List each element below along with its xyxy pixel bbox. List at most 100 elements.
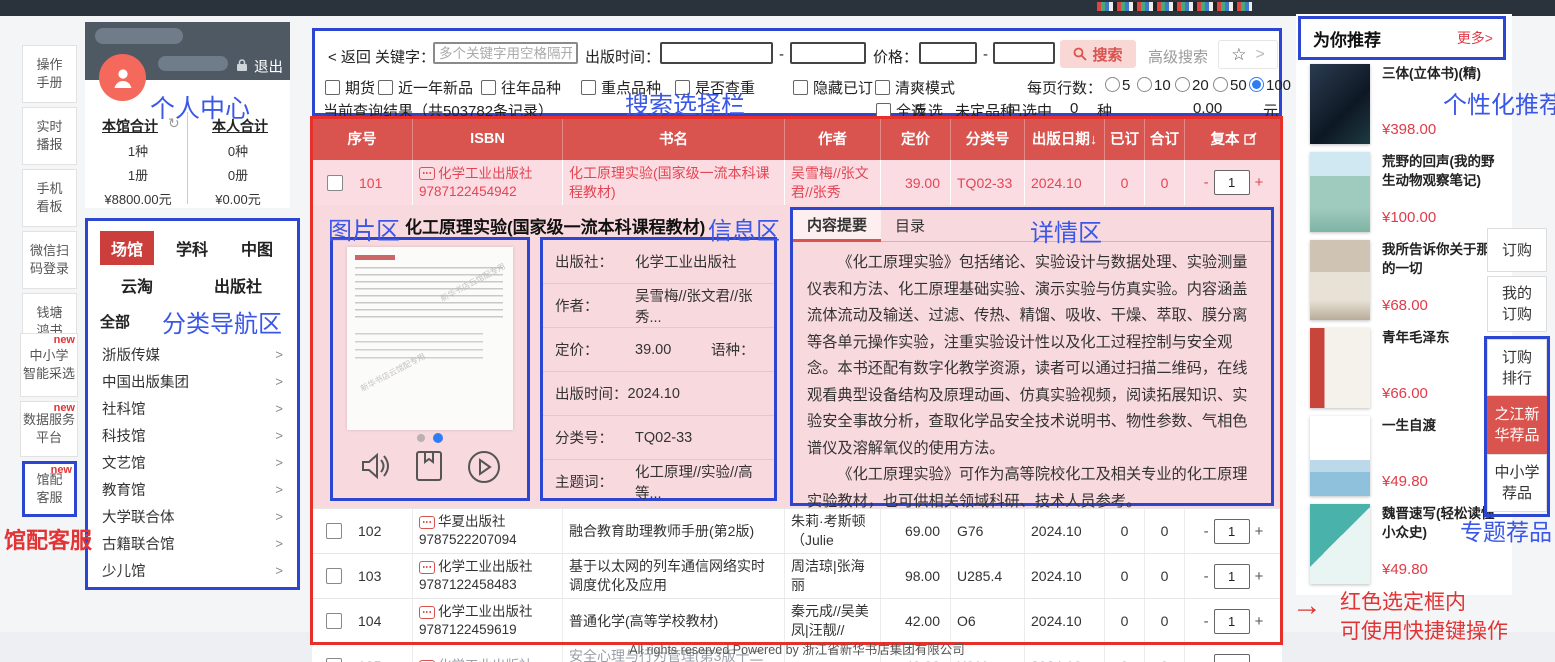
book-preview-image[interactable]: 新华书店云馆配专用 新华书店云馆配专用: [347, 247, 513, 430]
tab-summary[interactable]: 内容提要: [793, 210, 881, 242]
sidebar-item-manual[interactable]: 操作 手册: [22, 45, 77, 103]
book-cover[interactable]: [1310, 152, 1370, 232]
category-item-zheban[interactable]: 浙版传媒>: [88, 341, 295, 368]
category-item-guji[interactable]: 古籍联合馆>: [88, 530, 295, 557]
book-title[interactable]: 化工原理实验(国家级一流本科课程教材): [569, 164, 778, 202]
keyword-input[interactable]: [433, 42, 578, 64]
row-checkbox[interactable]: [326, 613, 342, 629]
tab-zhijiang-picks[interactable]: 之江新 华荐品: [1487, 396, 1547, 454]
plus-button[interactable]: +: [1255, 174, 1264, 191]
col-joint[interactable]: 合订: [1144, 117, 1184, 160]
table-row[interactable]: 101 化学工业出版社9787122454942 化工原理实验(国家级一流本科课…: [312, 160, 1282, 205]
page-size-50[interactable]: 50: [1213, 77, 1247, 94]
tab-chubanshe[interactable]: 出版社: [214, 273, 262, 297]
back-link[interactable]: < 返回: [328, 46, 371, 67]
category-item-shaoer[interactable]: 少儿馆>: [88, 557, 295, 584]
copies-input[interactable]: [1214, 519, 1250, 544]
book-cover[interactable]: [1310, 328, 1370, 408]
avatar[interactable]: [99, 54, 146, 101]
copies-input[interactable]: [1214, 609, 1250, 634]
category-item-wenyi[interactable]: 文艺馆>: [88, 449, 295, 476]
chevron-right-icon[interactable]: >: [1255, 46, 1264, 64]
radio[interactable]: [1105, 77, 1120, 92]
checkbox[interactable]: [325, 80, 340, 95]
tab-order[interactable]: 订购: [1487, 228, 1547, 272]
minus-button[interactable]: -: [1204, 174, 1209, 191]
recommend-book[interactable]: 青年毛泽东 ¥66.00: [1296, 324, 1512, 412]
category-item-jiaoyu[interactable]: 教育馆>: [88, 476, 295, 503]
page-size-100[interactable]: 100: [1249, 77, 1291, 94]
filter-new-year[interactable]: 近一年新品: [378, 77, 473, 98]
carousel-dot[interactable]: [417, 434, 425, 442]
comment-bubble-icon[interactable]: [419, 516, 435, 529]
plus-button[interactable]: +: [1255, 523, 1264, 540]
logout-button[interactable]: 退出: [254, 56, 283, 77]
search-button[interactable]: 搜索: [1060, 40, 1136, 68]
row-checkbox[interactable]: [327, 175, 343, 191]
book-cover[interactable]: [1310, 416, 1370, 496]
checkbox[interactable]: [481, 80, 496, 95]
book-cover[interactable]: [1310, 504, 1370, 584]
filter-futures[interactable]: 期货: [325, 77, 375, 98]
price-to-input[interactable]: [993, 42, 1055, 64]
minus-button[interactable]: -: [1204, 658, 1209, 662]
sidebar-item-wechat-login[interactable]: 微信扫 码登录: [22, 231, 77, 289]
col-class[interactable]: 分类号: [950, 117, 1024, 160]
category-item-daxue[interactable]: 大学联合体>: [88, 503, 295, 530]
book-title[interactable]: 基于以太网的列车通信网络实时调度优化及应用: [569, 557, 778, 595]
radio[interactable]: [1213, 77, 1228, 92]
star-icon[interactable]: ☆: [1231, 45, 1246, 65]
category-item-keji[interactable]: 科技馆>: [88, 422, 295, 449]
pubdate-from-input[interactable]: [660, 42, 773, 64]
page-size-10[interactable]: 10: [1137, 77, 1171, 94]
sidebar-item-guanpei-service[interactable]: new 馆配 客服: [22, 461, 77, 517]
table-row[interactable]: 103 化学工业出版社9787122458483 基于以太网的列车通信网络实时调…: [312, 553, 1282, 598]
recommend-book[interactable]: 荒野的回声(我的野生动物观察笔记) ¥100.00: [1296, 148, 1512, 236]
plus-button[interactable]: +: [1255, 613, 1264, 630]
filter-clean-mode[interactable]: 清爽模式: [875, 77, 955, 98]
comment-bubble-icon[interactable]: [419, 167, 435, 180]
row-checkbox[interactable]: [326, 568, 342, 584]
radio-selected[interactable]: [1249, 77, 1264, 92]
tab-order-ranking[interactable]: 订购 排行: [1487, 339, 1547, 396]
more-link[interactable]: 更多>: [1457, 28, 1493, 48]
tab-changguan[interactable]: 场馆: [100, 231, 154, 265]
advanced-search-link[interactable]: 高级搜索: [1148, 46, 1208, 67]
page-size-20[interactable]: 20: [1175, 77, 1209, 94]
book-title[interactable]: 融合教育助理教师手册(第2版): [569, 522, 754, 541]
category-item-zgcbjt[interactable]: 中国出版集团>: [88, 368, 295, 395]
plus-button[interactable]: +: [1255, 568, 1264, 585]
col-date-sort[interactable]: 出版日期↓: [1024, 117, 1104, 160]
checkbox[interactable]: [875, 80, 890, 95]
bookmark-icon[interactable]: [412, 448, 446, 486]
row-checkbox[interactable]: [326, 523, 342, 539]
minus-button[interactable]: -: [1204, 568, 1209, 585]
table-row[interactable]: 104 化学工业出版社9787122459619 普通化学(高等学校教材) 秦元…: [312, 598, 1282, 643]
radio[interactable]: [1137, 77, 1152, 92]
checkbox[interactable]: [378, 80, 393, 95]
minus-button[interactable]: -: [1204, 613, 1209, 630]
category-all[interactable]: 全部: [100, 311, 130, 332]
audio-icon[interactable]: [357, 448, 393, 486]
radio[interactable]: [1175, 77, 1190, 92]
tab-my-orders[interactable]: 我的 订购: [1487, 276, 1547, 332]
tab-yuntao[interactable]: 云淘: [121, 273, 153, 297]
row-checkbox[interactable]: [326, 658, 342, 662]
play-icon[interactable]: [465, 448, 503, 486]
category-item-sheke[interactable]: 社科馆>: [88, 395, 295, 422]
minus-button[interactable]: -: [1204, 523, 1209, 540]
filter-past-items[interactable]: 往年品种: [481, 77, 561, 98]
sidebar-item-k12-selection[interactable]: new 中小学 智能采选: [20, 333, 78, 397]
tab-toc[interactable]: 目录: [881, 211, 939, 240]
sidebar-item-mobile-board[interactable]: 手机 看板: [22, 169, 77, 227]
recommend-book[interactable]: 我所告诉你关于那山的一切 ¥68.00: [1296, 236, 1512, 324]
col-isbn[interactable]: ISBN: [412, 117, 562, 160]
col-copies[interactable]: 复本: [1184, 117, 1282, 160]
copies-input[interactable]: [1214, 564, 1250, 589]
plus-button[interactable]: +: [1255, 658, 1264, 662]
col-title[interactable]: 书名: [562, 117, 784, 160]
tab-k12-picks[interactable]: 中小学 荐品: [1487, 454, 1547, 512]
checkbox[interactable]: [581, 80, 596, 95]
col-price[interactable]: 定价: [880, 117, 950, 160]
filter-hide-ordered[interactable]: 隐藏已订: [793, 77, 873, 98]
